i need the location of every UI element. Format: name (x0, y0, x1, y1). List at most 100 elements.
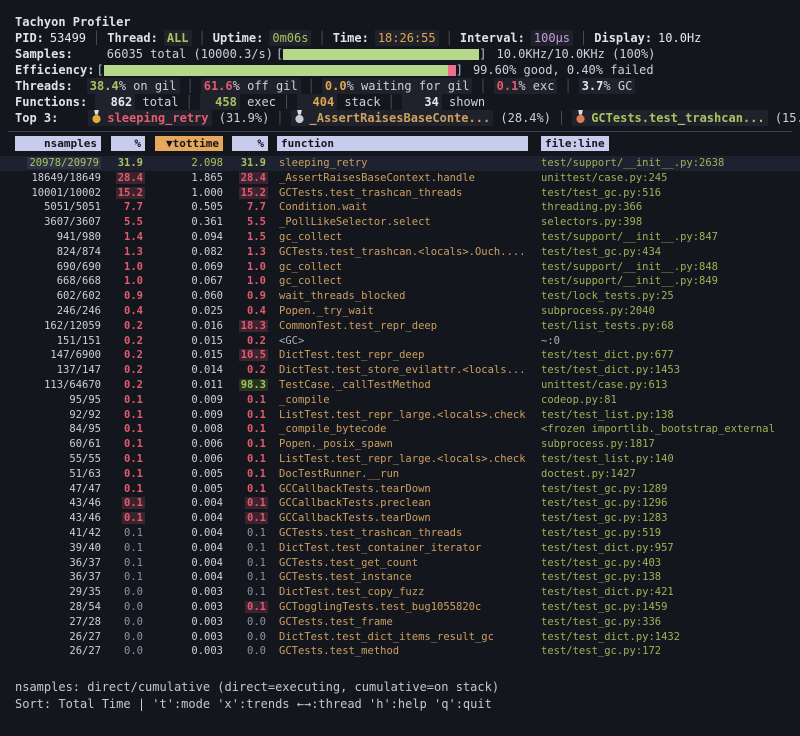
pct-direct-cell: 0.1 (101, 541, 147, 556)
tottime-value: 0.006 (147, 437, 227, 452)
file-line: subprocess.py:2040 (541, 304, 800, 319)
top3-item: GCTests.test_trashcan... (572, 110, 767, 126)
threads-stat: 0.0% waiting for gil (322, 78, 473, 94)
table-row[interactable]: 39/400.10.0040.1DictTest.test_container_… (0, 541, 800, 556)
table-row[interactable]: 51/630.10.0050.1DocTestRunner.__rundocte… (0, 467, 800, 482)
nsamples-value: 151/151 (57, 335, 101, 347)
tottime-value: 0.004 (147, 511, 227, 526)
table-row[interactable]: 941/9801.40.0941.5gc_collecttest/support… (0, 230, 800, 245)
pct-cumulative-value: 0.1 (245, 438, 268, 450)
pct-cumulative-cell: 0.1 (227, 585, 277, 600)
efficiency-good-fill (104, 65, 448, 76)
threads-stat: 3.7% GC (579, 78, 636, 94)
pct-cumulative-value: 0.1 (245, 468, 268, 480)
table-row[interactable]: 137/1470.20.0140.2DictTest.test_store_ev… (0, 363, 800, 378)
display-value: 10.0Hz (658, 30, 701, 46)
table-row[interactable]: 668/6681.00.0671.0gc_collecttest/support… (0, 274, 800, 289)
table-row[interactable]: 43/460.10.0040.1GCCallbackTests.preclean… (0, 496, 800, 511)
column-header-pct2[interactable]: % (232, 136, 268, 151)
file-line: subprocess.py:1817 (541, 437, 800, 452)
table-row[interactable]: 10001/1000215.21.00015.2GCTests.test_tra… (0, 186, 800, 201)
table-row[interactable]: 95/950.10.0090.1_compilecodeop.py:81 (0, 393, 800, 408)
function-name: gc_collect (277, 230, 541, 245)
pct-direct-value: 0.2 (122, 364, 145, 376)
tottime-value: 0.003 (147, 600, 227, 615)
tottime-value: 0.006 (147, 452, 227, 467)
table-row[interactable]: 92/920.10.0090.1ListTest.test_repr_large… (0, 408, 800, 423)
column-header-nsamples[interactable]: nsamples (15, 136, 101, 151)
app-title: Tachyon Profiler (0, 13, 800, 30)
separator: │ (479, 78, 486, 94)
pct-direct-value: 0.1 (122, 453, 145, 465)
table-row[interactable]: 36/370.10.0040.1GCTests.test_get_countte… (0, 556, 800, 571)
pct-direct-value: 0.1 (122, 512, 145, 524)
table-row[interactable]: 43/460.10.0040.1GCCallbackTests.tearDown… (0, 511, 800, 526)
column-header-pct1[interactable]: % (111, 136, 145, 151)
nsamples-cell: 27/28 (15, 615, 101, 630)
pct-direct-value: 0.2 (122, 335, 145, 347)
table-row[interactable]: 162/120590.20.01618.3CommonTest.test_rep… (0, 319, 800, 334)
pct-cumulative-value: 98.3 (239, 379, 268, 391)
pct-direct-value: 0.9 (122, 290, 145, 302)
table-row[interactable]: 246/2460.40.0250.4Popen._try_waitsubproc… (0, 304, 800, 319)
nsamples-value: 18649/18649 (31, 172, 101, 184)
bar-open-bracket: [ (276, 46, 283, 62)
display-label: Display: (594, 30, 652, 46)
file-line: test/test_gc.py:336 (541, 615, 800, 630)
table-row[interactable]: 18649/1864928.41.86528.4_AssertRaisesBas… (0, 171, 800, 186)
nsamples-cell: 28/54 (15, 600, 101, 615)
nsamples-cell: 5051/5051 (15, 200, 101, 215)
pct-cumulative-value: 0.1 (245, 601, 268, 613)
file-line: test/test_gc.py:1283 (541, 511, 800, 526)
pct-cumulative-cell: 7.7 (227, 200, 277, 215)
pct-cumulative-value: 0.1 (245, 394, 268, 406)
nsamples-cell: 10001/10002 (15, 186, 101, 201)
table-row[interactable]: 28/540.00.0030.1GCTogglingTests.test_bug… (0, 600, 800, 615)
function-name: ListTest.test_repr_large.<locals>.check (277, 408, 541, 423)
table-row[interactable]: 60/610.10.0060.1Popen._posix_spawnsubpro… (0, 437, 800, 452)
table-row[interactable]: 690/6901.00.0691.0gc_collecttest/support… (0, 260, 800, 275)
function-name: DictTest.test_dict_items_result_gc (277, 630, 541, 645)
table-row[interactable]: 113/646700.20.01198.3TestCase._callTestM… (0, 378, 800, 393)
table-row[interactable]: 29/350.00.0030.1DictTest.test_copy_fuzzt… (0, 585, 800, 600)
table-row[interactable]: 36/370.10.0040.1GCTests.test_instancetes… (0, 570, 800, 585)
table-row[interactable]: 3607/36075.50.3615.5_PollLikeSelector.se… (0, 215, 800, 230)
table-row[interactable]: 26/270.00.0030.0DictTest.test_dict_items… (0, 630, 800, 645)
nsamples-value: 28/54 (69, 601, 101, 613)
nsamples-value: 36/37 (69, 571, 101, 583)
table-row[interactable]: 824/8741.30.0821.3GCTests.test_trashcan.… (0, 245, 800, 260)
function-name: GCTests.test_frame (277, 615, 541, 630)
table-row[interactable]: 602/6020.90.0600.9wait_threads_blockedte… (0, 289, 800, 304)
function-name: _compile_bytecode (277, 422, 541, 437)
threads-items: 38.4% on gil│61.6% off gil│0.0% waiting … (87, 78, 636, 94)
table-row[interactable]: 151/1510.20.0150.2<GC>~:0 (0, 334, 800, 349)
pct-direct-value: 0.1 (122, 423, 145, 435)
table-row[interactable]: 147/69000.20.01510.5DictTest.test_repr_d… (0, 348, 800, 363)
top3-item: sleeping_retry (88, 110, 211, 126)
pct-direct-value: 0.1 (122, 542, 145, 554)
pct-cumulative-cell: 0.4 (227, 304, 277, 319)
pct-cumulative-cell: 1.0 (227, 260, 277, 275)
thread-value[interactable]: ALL (164, 30, 192, 46)
table-row[interactable]: 26/270.00.0030.0GCTests.test_methodtest/… (0, 644, 800, 659)
pct-cumulative-value: 0.1 (245, 542, 268, 554)
table-row[interactable]: 5051/50517.70.5057.7Condition.waitthread… (0, 200, 800, 215)
pct-cumulative-cell: 0.9 (227, 289, 277, 304)
column-header-file-line[interactable]: file:line (541, 136, 609, 151)
separator: │ (199, 30, 206, 46)
table-row[interactable]: 55/550.10.0060.1ListTest.test_repr_large… (0, 452, 800, 467)
table-row[interactable]: 27/280.00.0030.0GCTests.test_frametest/t… (0, 615, 800, 630)
table-row[interactable]: 41/420.10.0040.1GCTests.test_trashcan_th… (0, 526, 800, 541)
file-line: <frozen importlib._bootstrap_external (541, 422, 800, 437)
table-row[interactable]: 84/950.10.0080.1_compile_bytecode<frozen… (0, 422, 800, 437)
samples-rate: 10.0KHz/10.0KHz (100%) (496, 46, 655, 62)
efficiency-bar (104, 65, 456, 76)
table-row[interactable]: 47/470.10.0050.1GCCallbackTests.tearDown… (0, 482, 800, 497)
functions-items: 862 total│458 exec│404 stack│34 shown (95, 94, 485, 110)
column-header-tottime-sorted[interactable]: ▼tottime (155, 136, 223, 151)
column-header-function[interactable]: function (277, 136, 528, 151)
tottime-value: 0.361 (147, 215, 227, 230)
table-row[interactable]: 20978/2097931.92.09831.9sleeping_retryte… (0, 156, 800, 171)
file-line: test/test_gc.py:1459 (541, 600, 800, 615)
nsamples-value: 20978/20979 (27, 157, 101, 169)
